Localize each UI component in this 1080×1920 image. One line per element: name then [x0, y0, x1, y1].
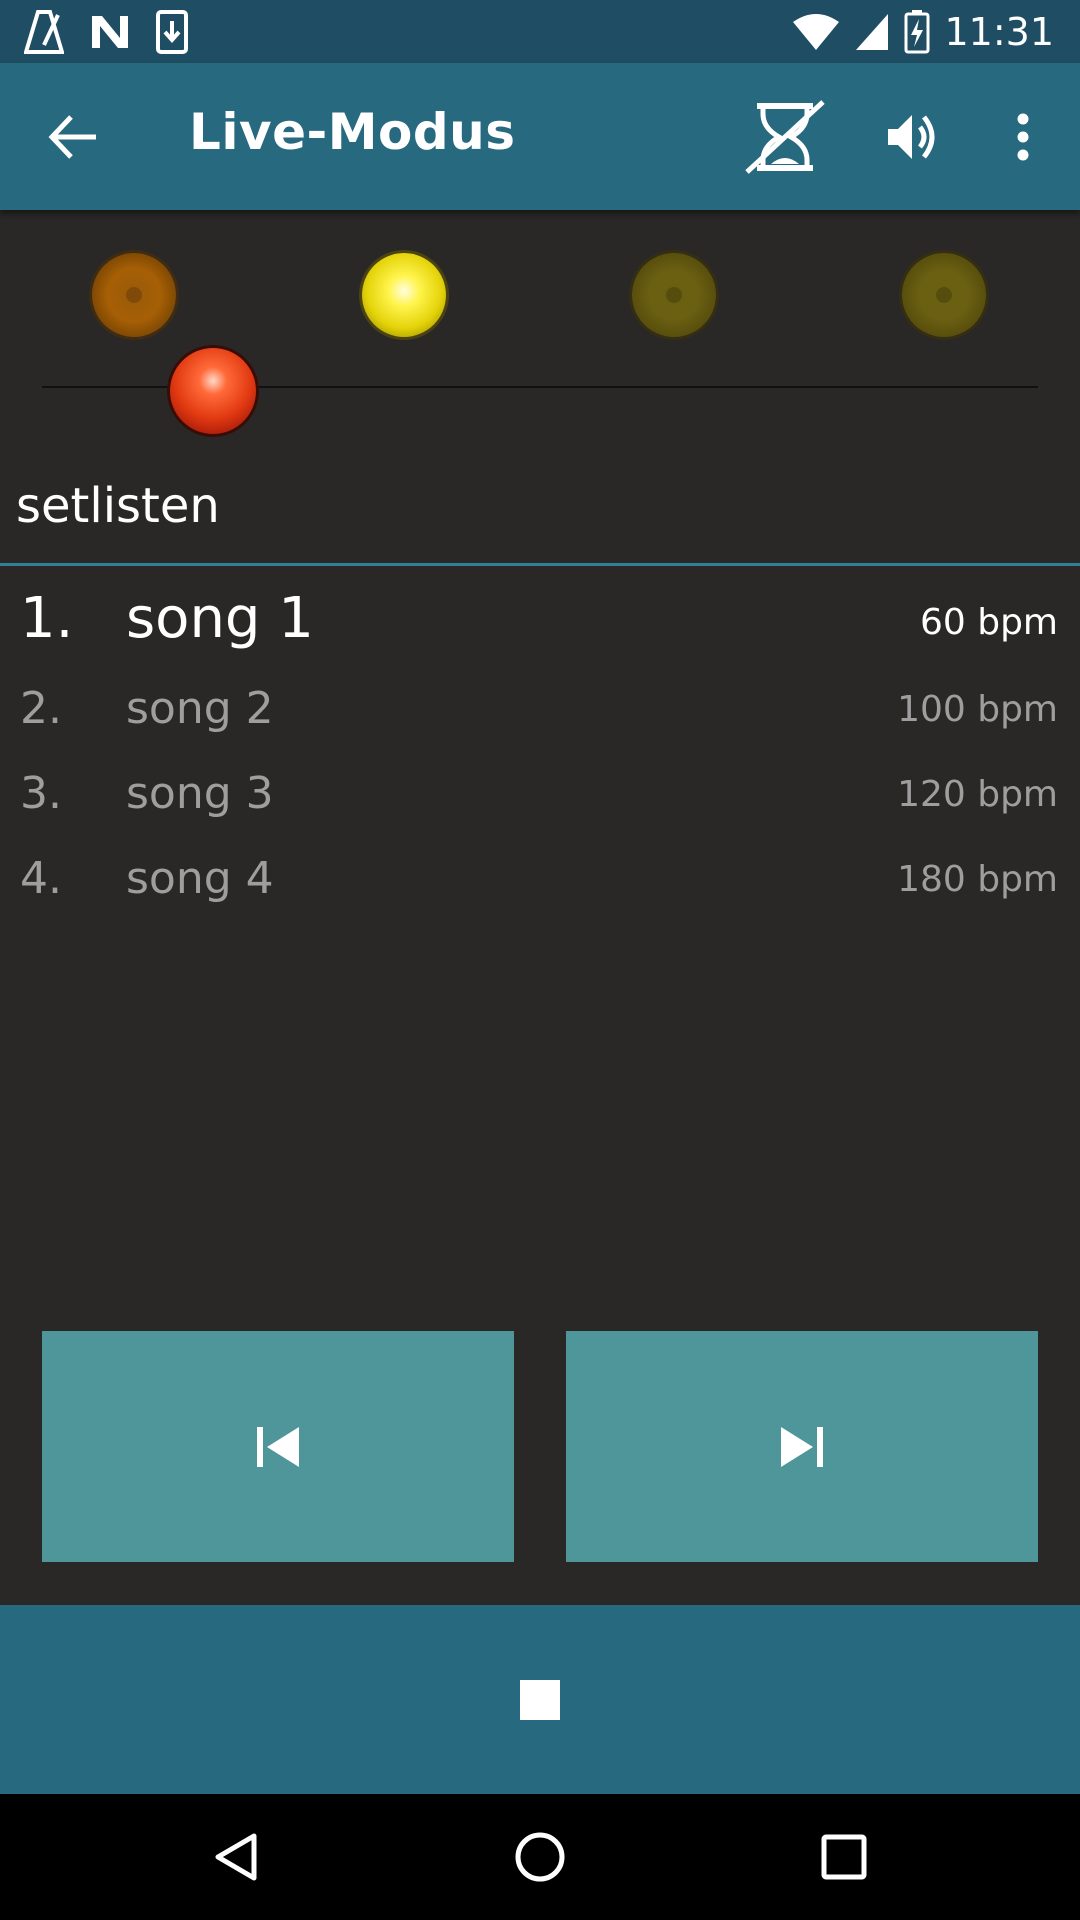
beat-light-3 — [632, 253, 716, 337]
song-title: song 2 — [126, 683, 274, 734]
system-back-button[interactable] — [206, 1827, 266, 1887]
page-title: Live-Modus — [189, 103, 516, 161]
download-icon — [156, 10, 188, 54]
beat-indicator — [0, 210, 1080, 450]
song-title: song 1 — [126, 586, 314, 651]
previous-song-button[interactable] — [42, 1331, 514, 1562]
song-number: 3. — [20, 768, 62, 819]
home-circle-icon — [515, 1832, 565, 1882]
volume-icon — [888, 115, 935, 159]
beat-light-4 — [902, 253, 986, 337]
overflow-menu-icon — [1017, 113, 1029, 161]
system-recents-button[interactable] — [814, 1827, 874, 1887]
beat-light-1 — [92, 253, 176, 337]
pendulum-dot — [170, 348, 256, 434]
song-row-1[interactable]: 1. song 1 60 bpm — [0, 586, 1080, 656]
stop-icon[interactable] — [520, 1680, 560, 1720]
song-bpm: 120 bpm — [897, 774, 1058, 815]
back-triangle-icon — [215, 1833, 257, 1881]
skip-previous-icon — [257, 1426, 299, 1467]
playback-bar — [0, 1605, 1080, 1794]
n-icon — [92, 16, 128, 48]
song-number: 1. — [20, 586, 74, 651]
song-row-4[interactable]: 4. song 4 180 bpm — [0, 853, 1080, 913]
song-bpm: 100 bpm — [897, 689, 1058, 730]
timer-off-icon — [745, 100, 825, 174]
app-bar: Live-Modus — [0, 63, 1080, 210]
status-icons-left — [24, 8, 188, 56]
system-home-button[interactable] — [510, 1827, 570, 1887]
back-button[interactable] — [44, 107, 104, 167]
setlist-name: setlisten — [16, 478, 220, 534]
status-icons-right: 11:31 — [792, 8, 1054, 56]
song-bpm: 60 bpm — [919, 602, 1058, 643]
song-row-3[interactable]: 3. song 3 120 bpm — [0, 768, 1080, 828]
wifi-icon — [793, 14, 840, 50]
song-number: 4. — [20, 853, 62, 904]
recents-square-icon — [821, 1834, 867, 1880]
timer-off-button[interactable] — [740, 95, 830, 179]
arrow-back-icon — [48, 115, 96, 159]
song-title: song 3 — [126, 768, 274, 819]
song-title: song 4 — [126, 853, 274, 904]
overflow-menu-button[interactable] — [998, 95, 1048, 179]
song-bpm: 180 bpm — [897, 859, 1058, 900]
song-number: 2. — [20, 683, 62, 734]
beat-light-2 — [362, 253, 446, 337]
metronome-icon — [24, 10, 64, 54]
skip-next-icon — [781, 1426, 823, 1467]
status-time: 11:31 — [944, 10, 1054, 54]
song-row-2[interactable]: 2. song 2 100 bpm — [0, 683, 1080, 743]
volume-button[interactable] — [870, 95, 954, 179]
battery-charging-icon — [904, 10, 930, 54]
divider — [0, 563, 1080, 566]
status-bar: 11:31 — [0, 0, 1080, 63]
next-song-button[interactable] — [566, 1331, 1038, 1562]
signal-icon — [856, 14, 889, 50]
system-navigation-bar — [0, 1794, 1080, 1920]
